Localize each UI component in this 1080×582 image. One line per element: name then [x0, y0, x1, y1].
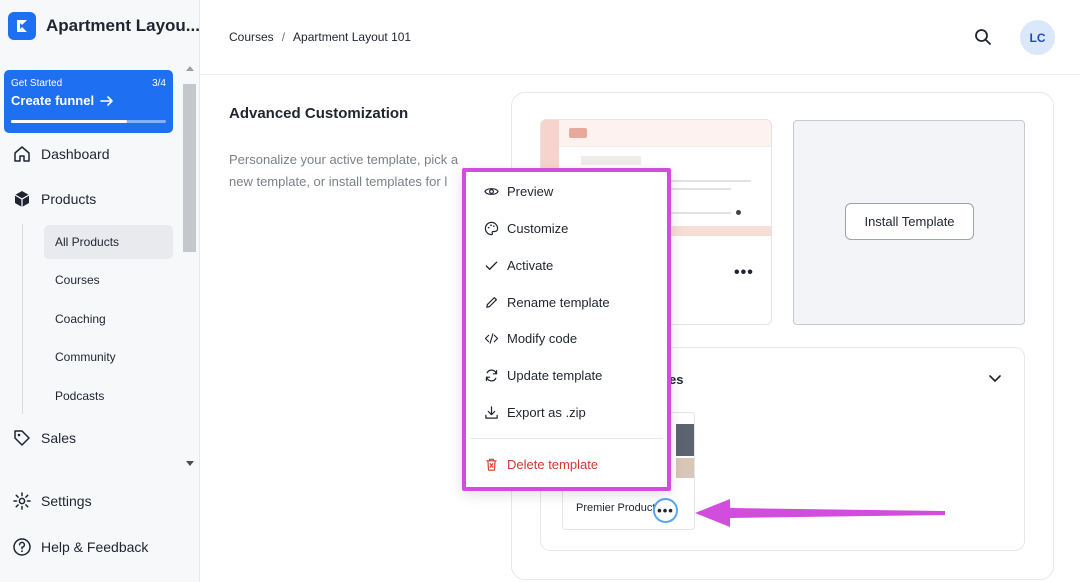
funnel-label: Get Started — [11, 78, 63, 89]
palette-icon — [484, 221, 499, 236]
library-more-button[interactable]: ••• — [653, 498, 678, 523]
sidebar-item-dashboard[interactable]: Dashboard — [12, 144, 110, 164]
template-more-button[interactable]: ••• — [734, 264, 754, 282]
breadcrumb-separator: / — [281, 30, 286, 44]
sidebar: Apartment Layou... Get Started 3/4 Creat… — [0, 0, 200, 582]
app-title: Apartment Layou... — [46, 16, 200, 35]
menu-item-label: Rename template — [507, 295, 610, 310]
chevron-down-icon[interactable] — [986, 369, 1004, 387]
template-actions-menu: Preview Customize Activate Rename templa… — [462, 168, 671, 491]
install-template-button[interactable]: Install Template — [845, 203, 974, 240]
menu-item-label: Activate — [507, 258, 554, 273]
trash-icon — [486, 458, 497, 471]
pencil-icon — [486, 297, 497, 308]
menu-item-label: Delete template — [507, 457, 599, 472]
sidebar-item-label: Products — [41, 191, 97, 207]
breadcrumb: Courses / Apartment Layout 101 — [229, 30, 411, 44]
top-header: Courses / Apartment Layout 101 LC — [200, 0, 1080, 75]
refresh-icon — [485, 369, 498, 382]
menu-item-customize[interactable]: Customize — [484, 221, 568, 236]
sidebar-item-label: Dashboard — [41, 146, 110, 162]
arrow-right-icon — [100, 95, 113, 106]
funnel-progress-fill — [11, 120, 128, 123]
sidebar-subitem-community[interactable]: Community — [44, 340, 173, 374]
help-icon — [13, 538, 31, 556]
gear-icon — [13, 492, 31, 510]
menu-item-label: Modify code — [507, 331, 578, 346]
menu-item-label: Export as .zip — [507, 405, 586, 420]
breadcrumb-current: Apartment Layout 101 — [293, 30, 412, 44]
menu-item-modify-code[interactable]: Modify code — [484, 331, 577, 346]
avatar[interactable]: LC — [1020, 20, 1055, 55]
sidebar-subitem-podcasts[interactable]: Podcasts — [44, 379, 173, 413]
home-icon — [14, 146, 30, 162]
menu-item-label: Update template — [507, 368, 603, 383]
sidebar-item-label: Settings — [41, 493, 92, 509]
menu-divider — [470, 438, 663, 439]
breadcrumb-courses[interactable]: Courses — [229, 30, 274, 44]
section-description: Personalize your active template, pick a… — [229, 152, 459, 189]
submenu-line — [22, 224, 23, 414]
create-funnel-card[interactable]: Get Started 3/4 Create funnel — [4, 70, 173, 133]
library-thumbnail — [676, 424, 694, 456]
sidebar-subitem-all-products[interactable]: All Products — [44, 225, 173, 259]
scroll-thumb[interactable] — [183, 84, 196, 252]
menu-item-rename[interactable]: Rename template — [484, 295, 610, 310]
scroll-down-icon[interactable] — [186, 461, 194, 466]
eye-icon — [484, 188, 499, 195]
brand[interactable]: Apartment Layou... — [8, 12, 200, 40]
funnel-progress-text: 3/4 — [152, 78, 166, 89]
scroll-up-icon[interactable] — [186, 66, 194, 71]
funnel-title: Create funnel — [11, 93, 95, 108]
library-card-label: Premier Product — [576, 502, 656, 514]
sidebar-item-label: Help & Feedback — [41, 539, 149, 555]
sidebar-scrollbar[interactable] — [181, 66, 198, 471]
sidebar-item-products[interactable]: Products — [12, 189, 96, 209]
menu-item-delete[interactable]: Delete template — [484, 457, 598, 472]
sidebar-subitem-courses[interactable]: Courses — [44, 263, 173, 297]
sidebar-item-settings[interactable]: Settings — [12, 491, 92, 511]
menu-item-preview[interactable]: Preview — [484, 184, 553, 199]
library-title: es — [669, 372, 684, 387]
sidebar-item-label: Sales — [41, 430, 77, 446]
brand-logo-icon — [8, 12, 36, 40]
tag-icon — [14, 430, 30, 446]
section-title: Advanced Customization — [229, 105, 409, 122]
annotation-arrow — [695, 499, 945, 527]
menu-item-label: Customize — [507, 221, 569, 236]
sidebar-item-sales[interactable]: Sales — [12, 428, 76, 448]
sidebar-subitem-coaching[interactable]: Coaching — [44, 302, 173, 336]
box-icon — [14, 191, 30, 207]
menu-item-activate[interactable]: Activate — [484, 258, 553, 273]
sidebar-item-help[interactable]: Help & Feedback — [12, 537, 148, 557]
menu-item-export-zip[interactable]: Export as .zip — [484, 405, 586, 420]
check-icon — [485, 261, 498, 270]
menu-item-update[interactable]: Update template — [484, 368, 602, 383]
menu-item-label: Preview — [507, 184, 554, 199]
code-icon — [484, 333, 499, 344]
download-icon — [485, 406, 498, 419]
search-icon[interactable] — [972, 26, 994, 48]
library-thumbnail-detail — [676, 458, 694, 478]
funnel-progress-bar — [11, 120, 166, 123]
